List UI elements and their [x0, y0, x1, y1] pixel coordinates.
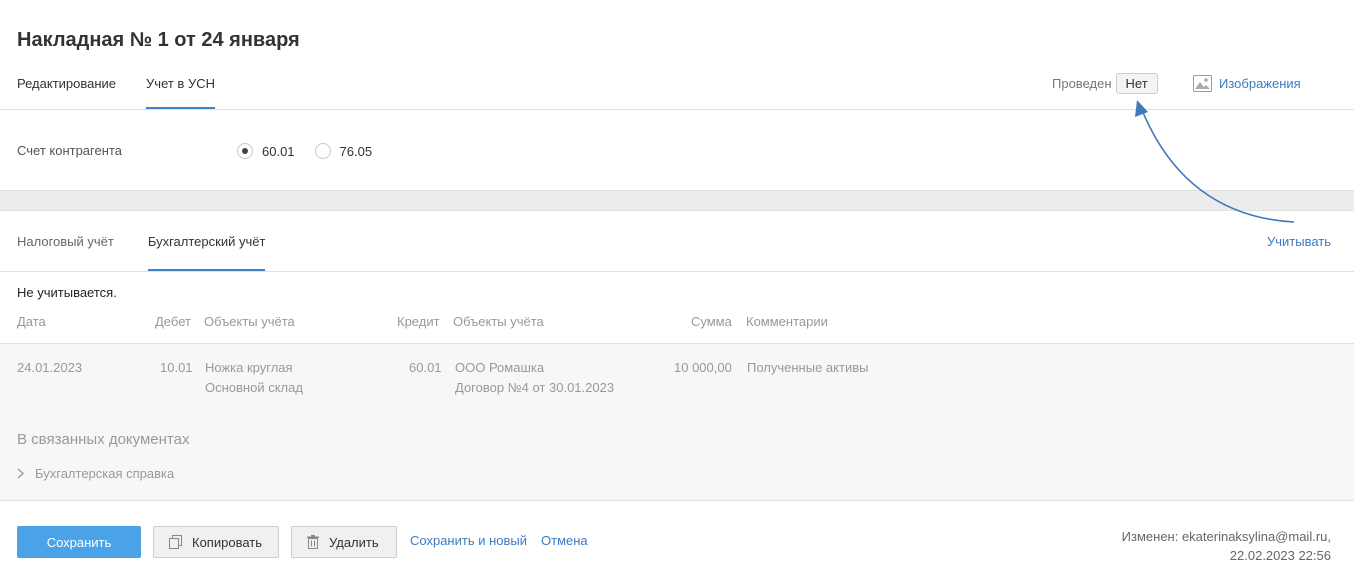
divider [0, 500, 1354, 501]
modified-info: Изменен: ekaterinaksylina@mail.ru, 22.02… [1122, 527, 1331, 565]
radio-account-60-01[interactable]: 60.01 [237, 143, 295, 159]
cell-debit-object-warehouse: Основной склад [205, 380, 303, 395]
column-header-debit: Дебет [155, 314, 191, 329]
counterparty-account-radio-group: 60.01 76.05 [237, 143, 392, 159]
counterparty-account-label: Счет контрагента [17, 143, 122, 158]
tab-bookkeeping[interactable]: Бухгалтерский учёт [147, 234, 265, 271]
page-title: Накладная № 1 от 24 января [17, 29, 300, 51]
cell-credit-object-counterparty: ООО Ромашка [455, 360, 545, 375]
column-header-debit-objects: Объекты учёта [204, 314, 295, 329]
divider [0, 271, 1354, 272]
cell-debit-object-item: Ножка круглая [205, 360, 293, 375]
posted-status: Проведен Нет [1052, 73, 1158, 94]
trash-icon [307, 535, 319, 549]
cell-debit: 10.01 [160, 360, 193, 375]
related-documents-title: В связанных документах [17, 431, 190, 448]
posted-status-badge: Нет [1115, 73, 1158, 94]
images-link-label: Изображения [1219, 76, 1301, 91]
cancel-link[interactable]: Отмена [541, 533, 588, 548]
column-header-comments: Комментарии [746, 314, 828, 329]
chevron-right-icon [17, 468, 24, 479]
related-item-label: Бухгалтерская справка [35, 466, 175, 481]
cell-comment: Полученные активы [747, 360, 869, 375]
copy-icon [169, 535, 182, 549]
save-button[interactable]: Сохранить [17, 526, 141, 558]
cell-date: 24.01.2023 [17, 360, 83, 375]
cell-sum: 10 000,00 [674, 360, 732, 375]
column-header-date: Дата [17, 314, 46, 329]
column-header-credit-objects: Объекты учёта [453, 314, 544, 329]
top-tabs: Редактирование Учет в УСН [17, 75, 245, 109]
copy-button[interactable]: Копировать [153, 526, 279, 558]
images-link[interactable]: Изображения [1193, 75, 1301, 92]
posted-status-label: Проведен [1052, 76, 1112, 91]
radio-unchecked-icon [314, 143, 331, 159]
related-item-accounting-certificate[interactable]: Бухгалтерская справка [17, 466, 174, 481]
tab-editing[interactable]: Редактирование [17, 75, 116, 109]
count-link[interactable]: Учитывать [1267, 234, 1331, 249]
accounting-tabs: Налоговый учёт Бухгалтерский учёт [17, 234, 299, 271]
radio-checked-icon [237, 143, 253, 159]
cell-credit-object-contract: Договор №4 от 30.01.2023 [455, 380, 615, 395]
column-header-credit: Кредит [397, 314, 440, 329]
radio-account-76-05[interactable]: 76.05 [314, 143, 373, 159]
tab-tax-accounting[interactable]: Налоговый учёт [17, 234, 114, 271]
delete-button-label: Удалить [329, 534, 379, 550]
modified-by: Изменен: ekaterinaksylina@mail.ru, [1121, 529, 1331, 544]
save-and-new-link[interactable]: Сохранить и новый [410, 533, 527, 548]
divider [0, 343, 1354, 344]
delete-button[interactable]: Удалить [291, 526, 397, 558]
annotation-arrow-icon [1135, 100, 1295, 223]
copy-button-label: Копировать [192, 534, 262, 550]
image-icon [1193, 75, 1212, 92]
column-header-sum: Сумма [691, 314, 732, 329]
radio-label: 60.01 [262, 143, 295, 159]
not-counted-note: Не учитывается. [17, 285, 117, 300]
radio-label: 76.05 [339, 143, 373, 159]
tab-usn-accounting[interactable]: Учет в УСН [146, 75, 215, 109]
modified-date: 22.02.2023 22:56 [1229, 548, 1331, 563]
cell-credit: 60.01 [409, 360, 442, 375]
